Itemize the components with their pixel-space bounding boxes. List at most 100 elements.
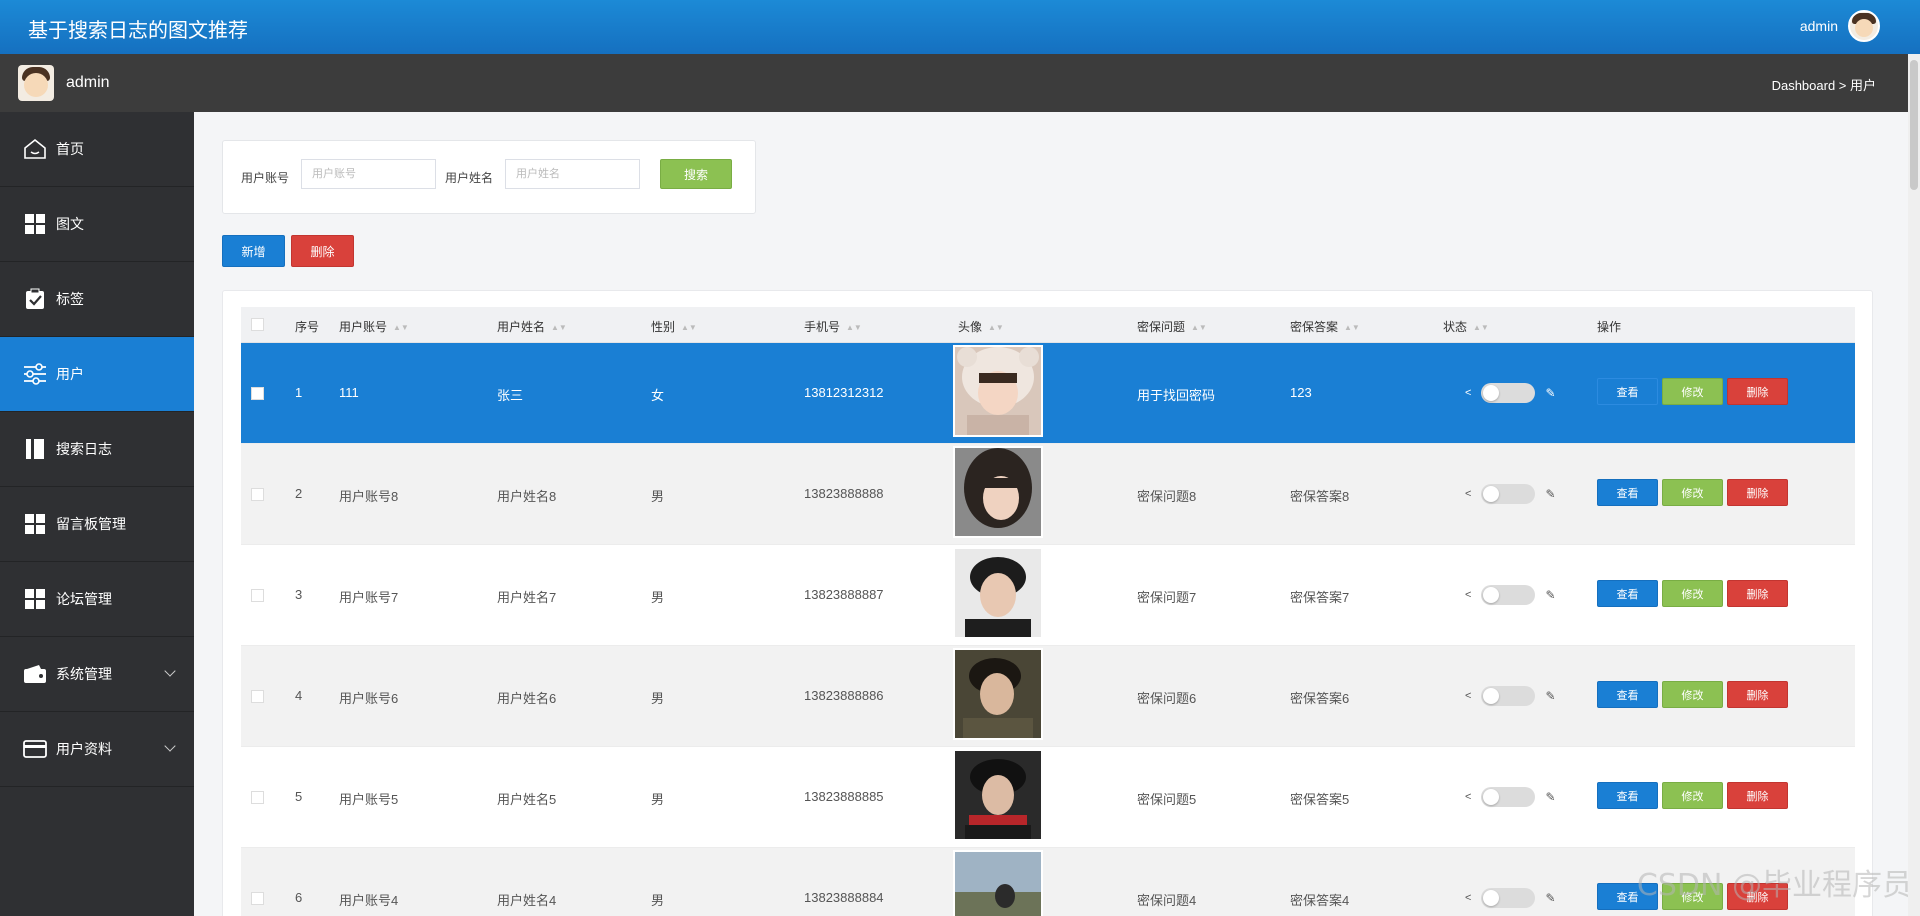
status-control: < ✎: [1465, 787, 1556, 807]
column-header[interactable]: 用户账号 ▲▼: [339, 318, 409, 335]
share-icon[interactable]: <: [1465, 488, 1471, 500]
sidebar-item-label: 搜索日志: [56, 441, 112, 457]
sidebar-item-home[interactable]: 首页: [0, 112, 194, 187]
view-button[interactable]: 查看: [1597, 479, 1658, 506]
edit-button[interactable]: 修改: [1662, 479, 1723, 506]
status-toggle[interactable]: [1481, 787, 1536, 807]
edit-icon[interactable]: ✎: [1545, 487, 1555, 501]
status-control: < ✎: [1465, 686, 1556, 706]
row-checkbox[interactable]: [251, 387, 264, 400]
share-icon[interactable]: <: [1465, 791, 1471, 803]
page-scrollbar[interactable]: [1908, 54, 1920, 916]
top-user-menu[interactable]: admin: [1800, 10, 1880, 42]
sidebar-item-system[interactable]: 系统管理: [0, 637, 194, 712]
status-toggle[interactable]: [1481, 383, 1536, 403]
name-search-input[interactable]: 用户姓名: [505, 159, 640, 189]
column-header[interactable]: 用户姓名 ▲▼: [497, 318, 567, 335]
sidebar-item-label: 留言板管理: [56, 516, 126, 532]
sidebar-item-label: 图文: [56, 216, 84, 232]
delete-button[interactable]: 删除: [1727, 580, 1788, 607]
share-icon[interactable]: <: [1465, 387, 1471, 399]
sidebar-item-forum[interactable]: 论坛管理: [0, 562, 194, 637]
table-row[interactable]: 5 用户账号5 用户姓名5 男 13823888885 密保问题5 密保答案5 …: [241, 747, 1855, 848]
edit-icon[interactable]: ✎: [1545, 891, 1555, 905]
view-button[interactable]: 查看: [1597, 378, 1658, 405]
sort-icon: ▲▼: [681, 323, 697, 333]
view-button[interactable]: 查看: [1597, 681, 1658, 708]
sidebar-item-profile[interactable]: 用户资料: [0, 712, 194, 787]
app-title: 基于搜索日志的图文推荐: [28, 20, 248, 42]
share-icon[interactable]: <: [1465, 690, 1471, 702]
table-row[interactable]: 2 用户账号8 用户姓名8 男 13823888888 密保问题8 密保答案8 …: [241, 444, 1855, 545]
search-form: 用户账号 用户账号 用户姓名 用户姓名 搜索: [222, 140, 756, 214]
batch-delete-button[interactable]: 删除: [291, 235, 354, 267]
top-username: admin: [1799, 18, 1838, 34]
row-gender: 男: [651, 893, 665, 908]
avatar[interactable]: [1848, 10, 1880, 42]
edit-button[interactable]: 修改: [1662, 782, 1723, 809]
sidebar-item-message-board[interactable]: 留言板管理: [0, 487, 194, 562]
edit-icon[interactable]: ✎: [1545, 386, 1555, 400]
row-phone: 13823888887: [804, 587, 884, 602]
delete-button[interactable]: 删除: [1727, 681, 1788, 708]
status-toggle[interactable]: [1481, 484, 1536, 504]
sidebar-item-tags[interactable]: 标签: [0, 262, 194, 337]
edit-button[interactable]: 修改: [1662, 681, 1723, 708]
card-icon: [22, 736, 48, 762]
row-checkbox[interactable]: [251, 690, 264, 703]
row-checkbox[interactable]: [251, 791, 264, 804]
account-label: 用户账号: [241, 171, 290, 185]
row-question: 密保问题8: [1137, 489, 1197, 504]
edit-icon[interactable]: ✎: [1545, 588, 1555, 602]
table-row[interactable]: 4 用户账号6 用户姓名6 男 13823888886 密保问题6 密保答案6 …: [241, 646, 1855, 747]
select-all-checkbox[interactable]: [251, 318, 264, 331]
view-button[interactable]: 查看: [1597, 580, 1658, 607]
status-toggle[interactable]: [1481, 888, 1536, 908]
row-gender: 男: [651, 489, 665, 504]
share-icon[interactable]: <: [1465, 589, 1471, 601]
sidebar-item-search-log[interactable]: 搜索日志: [0, 412, 194, 487]
column-header: 序号: [295, 320, 320, 334]
column-header[interactable]: 手机号 ▲▼: [804, 318, 862, 335]
delete-button[interactable]: 删除: [1727, 479, 1788, 506]
row-gender: 男: [651, 691, 665, 706]
avatar-photo: [953, 749, 1043, 841]
column-header[interactable]: 密保问题 ▲▼: [1137, 318, 1207, 335]
row-checkbox[interactable]: [251, 488, 264, 501]
column-header: 操作: [1597, 320, 1622, 334]
scrollbar-thumb[interactable]: [1910, 60, 1918, 190]
row-account: 用户账号8: [339, 489, 399, 504]
delete-button[interactable]: 删除: [1727, 782, 1788, 809]
add-button[interactable]: 新增: [222, 235, 285, 267]
share-icon[interactable]: <: [1465, 892, 1471, 904]
view-button[interactable]: 查看: [1597, 782, 1658, 809]
column-header[interactable]: 状态 ▲▼: [1443, 318, 1489, 335]
delete-button[interactable]: 删除: [1727, 378, 1788, 405]
row-checkbox[interactable]: [251, 892, 264, 905]
sort-icon: ▲▼: [846, 323, 862, 333]
column-header[interactable]: 性别 ▲▼: [651, 318, 697, 335]
edit-icon[interactable]: ✎: [1545, 689, 1555, 703]
search-button[interactable]: 搜索: [660, 159, 732, 189]
row-question: 密保问题7: [1137, 590, 1197, 605]
chevron-down-icon: [164, 740, 176, 752]
column-header[interactable]: 头像 ▲▼: [958, 318, 1004, 335]
status-toggle[interactable]: [1481, 686, 1536, 706]
row-answer: 密保答案6: [1290, 691, 1350, 706]
edit-button[interactable]: 修改: [1662, 378, 1723, 405]
edit-button[interactable]: 修改: [1662, 580, 1723, 607]
sub-header: admin Dashboard > 用户: [0, 54, 1920, 112]
sidebar-item-users[interactable]: 用户: [0, 337, 194, 412]
sidebar-item-articles[interactable]: 图文: [0, 187, 194, 262]
sidebar-item-label: 标签: [56, 291, 84, 307]
row-checkbox[interactable]: [251, 589, 264, 602]
account-search-input[interactable]: 用户账号: [301, 159, 436, 189]
table-row[interactable]: 3 用户账号7 用户姓名7 男 13823888887 密保问题7 密保答案7 …: [241, 545, 1855, 646]
table-row[interactable]: 6 用户账号4 用户姓名4 男 13823888884 密保问题4 密保答案4 …: [241, 848, 1855, 916]
table-row[interactable]: 1 111 张三 女 13812312312 用于找回密码 123 < ✎ 查看…: [241, 343, 1855, 444]
column-header[interactable]: 密保答案 ▲▼: [1290, 318, 1360, 335]
status-toggle[interactable]: [1481, 585, 1536, 605]
sort-icon: ▲▼: [1191, 323, 1207, 333]
edit-icon[interactable]: ✎: [1545, 790, 1555, 804]
avatar-photo: [953, 446, 1043, 538]
